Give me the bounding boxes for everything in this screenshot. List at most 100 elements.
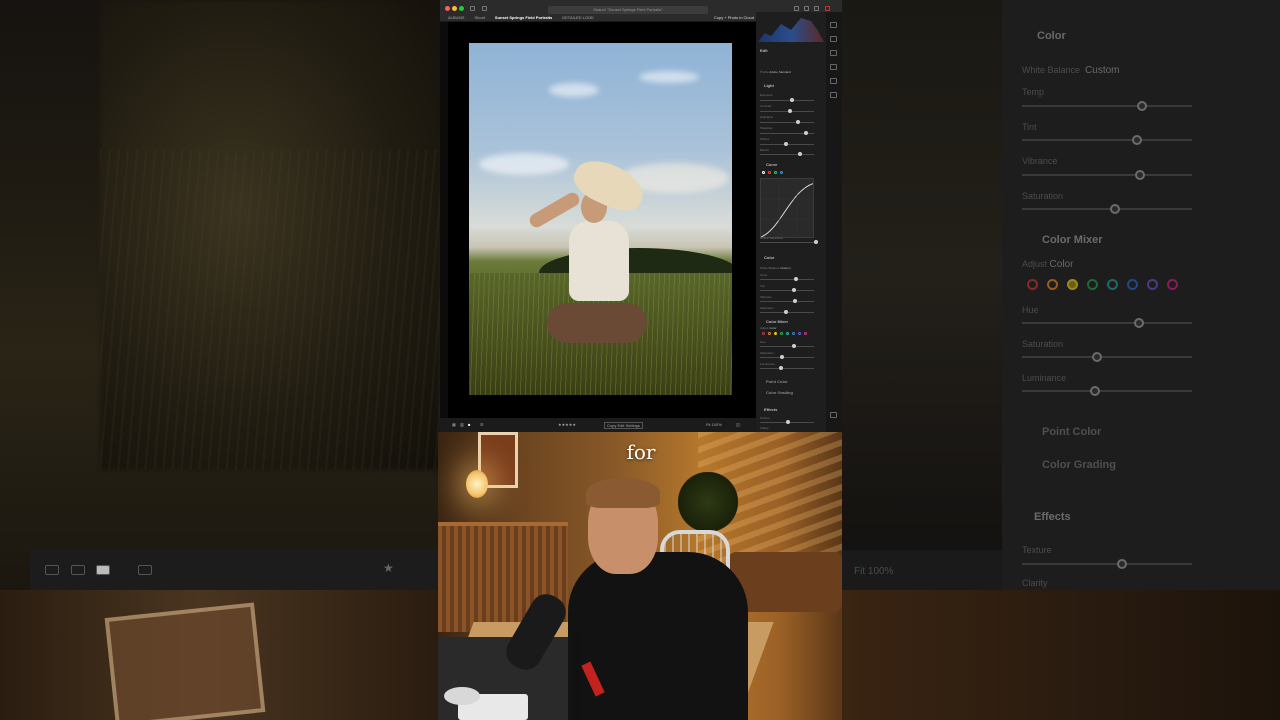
bg-magenta-dot [1167,279,1178,290]
cloud-icon[interactable] [794,6,799,11]
help-icon[interactable] [814,6,819,11]
sort-icon[interactable]: ☰ [480,422,484,427]
search-bar[interactable]: Search "Sunset Springs Field Portraits" [548,6,708,14]
color-mixer-swatch[interactable] [780,332,783,335]
temp-slider[interactable] [760,277,814,281]
share-button[interactable]: Copy + Photo in Cloud [714,15,754,20]
copy-edit-settings-button[interactable]: Copy Edit Settings [604,422,643,429]
bg-texture-slider [1022,559,1192,569]
breadcrumb-item[interactable]: ALBUMS [448,14,464,22]
grid-view-icon[interactable]: ▦ [452,422,456,427]
blurred-frame [104,602,266,720]
refine-saturation-slider[interactable] [760,240,818,244]
breadcrumb-item[interactable]: DETAILED LOOK [562,14,594,22]
curve-blue-dot[interactable] [780,171,783,174]
color-mixer-swatch[interactable] [804,332,807,335]
bg-yellow-dot [1067,279,1078,290]
whites-slider[interactable] [760,142,814,146]
minimize-window-button[interactable] [452,6,457,11]
bg-color-grading-title: Color Grading [1042,459,1116,471]
tone-curve[interactable] [760,178,814,238]
texture-slider[interactable] [760,420,814,424]
tool-strip [826,12,842,432]
contrast-label: Contrast [760,104,772,108]
blurred-grass [100,150,440,470]
account-icon[interactable] [825,6,830,11]
rating-stars[interactable]: ★★★★★ [558,422,576,427]
mixer-saturation-slider[interactable] [760,355,814,359]
info-icon[interactable] [830,412,837,418]
highlights-slider[interactable] [760,120,814,124]
saturation-slider[interactable] [760,310,814,314]
mixer-saturation-label: Saturation [760,351,774,355]
blurred-background-left: ★ [0,0,440,590]
curve-green-dot[interactable] [774,171,777,174]
profile-row[interactable]: Profile Adobe Standard [760,70,791,74]
color-grading-section-title[interactable]: Color Grading [766,390,793,395]
contrast-slider[interactable] [760,109,814,113]
red-eye-tool-icon[interactable] [830,78,837,84]
color-mixer-section-title[interactable]: Color Mixer [766,319,788,324]
zoom-readout[interactable]: Fit 100% [706,422,722,427]
bg-tint-slider [1022,135,1192,145]
vibrance-slider[interactable] [760,299,814,303]
bg-mixer-saturation-slider [1022,352,1192,362]
edited-photo[interactable] [469,43,732,395]
sidebar-toggle-icon[interactable] [470,6,475,11]
bg-hue-slider [1022,318,1192,328]
blacks-slider[interactable] [760,152,814,156]
bg-orange-dot [1047,279,1058,290]
color-section-title[interactable]: Color [764,255,774,260]
hue-slider[interactable] [760,344,814,348]
color-mixer-swatch[interactable] [768,332,771,335]
blacks-label: Blacks [760,148,769,152]
curve-section-title[interactable]: Curve [766,162,777,167]
bottom-toolbar: ▦ ▥ ■ ☰ ★★★★★ Copy Edit Settings Fit 100… [440,418,756,432]
light-section-title[interactable]: Light [764,83,774,88]
curve-rgb-dot[interactable] [762,171,765,174]
shadows-slider[interactable] [760,131,814,135]
single-view-icon[interactable]: ■ [468,422,470,427]
color-mixer-swatch[interactable] [792,332,795,335]
presets-tool-icon[interactable] [830,92,837,98]
exposure-slider[interactable] [760,98,814,102]
breadcrumb-item[interactable]: Sunset Springs Field Portraits [495,14,552,22]
share-icon[interactable] [804,6,809,11]
breadcrumb-item[interactable]: Shoot [474,14,484,22]
bg-blue-dot [1127,279,1138,290]
point-color-section-title[interactable]: Point Color [766,379,788,384]
compare-icon[interactable]: ▯▯ [736,422,740,427]
lightroom-window: Search "Sunset Springs Field Portraits" … [440,0,842,432]
bg-adjust-label: Adjust Color [1022,259,1074,270]
color-mixer-swatch[interactable] [762,332,765,335]
curve-red-dot[interactable] [768,171,771,174]
subject-body [569,221,629,301]
white-balance-row[interactable]: White Balance Custom [760,266,791,270]
blurred-background-bottom-left [0,590,440,720]
color-mixer-swatch[interactable] [774,332,777,335]
bg-white-balance-label: White Balance Custom [1022,65,1120,76]
person-hair [586,478,660,508]
tint-slider[interactable] [760,288,814,292]
luminance-slider[interactable] [760,366,814,370]
table-lamp [466,470,488,498]
back-icon[interactable] [482,6,487,11]
effects-section-title[interactable]: Effects [764,407,777,412]
cloud [639,71,699,83]
close-window-button[interactable] [445,6,450,11]
heal-tool-icon[interactable] [830,50,837,56]
cloud [549,83,599,97]
bg-red-dot [1027,279,1038,290]
compare-view-icon[interactable]: ▥ [460,422,464,427]
exposure-label: Exposure [760,93,773,97]
color-mixer-swatch[interactable] [786,332,789,335]
edit-tool-icon[interactable] [830,22,837,28]
crop-tool-icon[interactable] [830,36,837,42]
bg-temp-slider [1022,101,1192,111]
bg-tint-label: Tint [1022,122,1037,132]
adjust-row[interactable]: Adjust Color [760,326,776,330]
bg-effects-title: Effects [1034,511,1071,523]
mask-tool-icon[interactable] [830,64,837,70]
maximize-window-button[interactable] [459,6,464,11]
color-mixer-swatch[interactable] [798,332,801,335]
